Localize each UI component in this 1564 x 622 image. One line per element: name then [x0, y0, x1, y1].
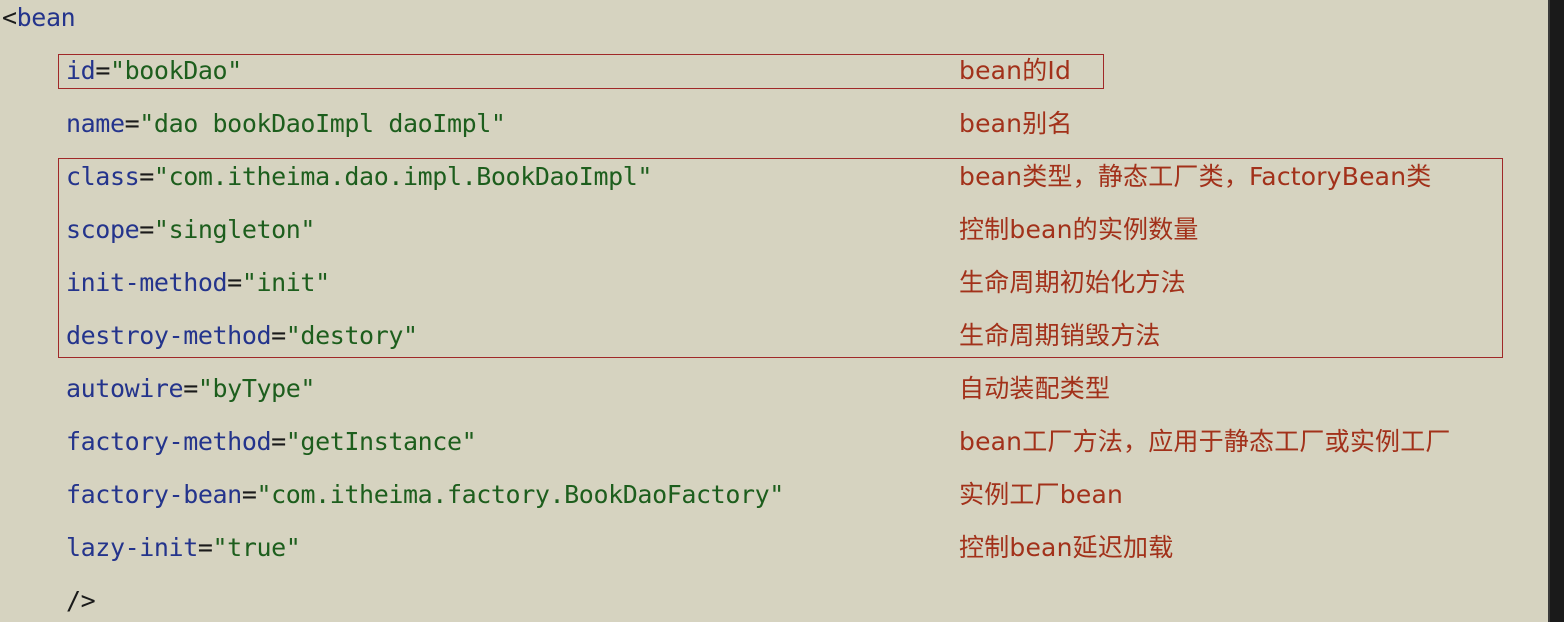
- attribute-value: "com.itheima.factory.BookDaoFactory": [256, 480, 784, 509]
- equals-sign: =: [124, 109, 140, 138]
- bean-close-tag: />: [66, 586, 96, 615]
- attribute-comment: 实例工厂bean: [959, 480, 1124, 509]
- attribute-line: autowire="byType": [66, 374, 315, 404]
- equals-sign: =: [183, 374, 198, 403]
- attribute-name: autowire: [66, 374, 184, 403]
- attribute-line: name="dao bookDaoImpl daoImpl": [66, 109, 506, 139]
- attribute-name: factory-bean: [66, 480, 242, 509]
- equals-sign: =: [197, 533, 213, 562]
- code-slide: <bean id="bookDao" bean的Id name="dao boo…: [0, 0, 1548, 622]
- bean-open-tag: <bean: [2, 3, 76, 33]
- attribute-name: factory-method: [66, 427, 272, 456]
- attribute-value: "getInstance": [285, 427, 477, 456]
- attribute-value: "dao bookDaoImpl daoImpl": [139, 109, 506, 138]
- attribute-name: lazy-init: [66, 533, 198, 562]
- tag-name: bean: [16, 3, 76, 32]
- attribute-comment: 控制bean延迟加载: [959, 533, 1174, 562]
- attribute-line: factory-bean="com.itheima.factory.BookDa…: [66, 480, 784, 510]
- equals-sign: =: [271, 427, 286, 456]
- attribute-comment: 自动装配类型: [959, 374, 1111, 403]
- attribute-name: name: [66, 109, 125, 138]
- attribute-value: "byType": [197, 374, 316, 403]
- attribute-comment: bean工厂方法，应用于静态工厂或实例工厂: [959, 427, 1451, 456]
- equals-sign: =: [241, 480, 257, 509]
- attribute-comment: bean别名: [959, 109, 1073, 138]
- attribute-line: factory-method="getInstance": [66, 427, 477, 457]
- id-highlight-box: [58, 54, 1104, 89]
- core-attributes-highlight-box: [58, 158, 1503, 358]
- attribute-value: "true": [212, 533, 301, 562]
- window-edge: [1548, 0, 1564, 622]
- open-angle-bracket: <: [2, 3, 17, 32]
- attribute-line: lazy-init="true": [66, 533, 301, 563]
